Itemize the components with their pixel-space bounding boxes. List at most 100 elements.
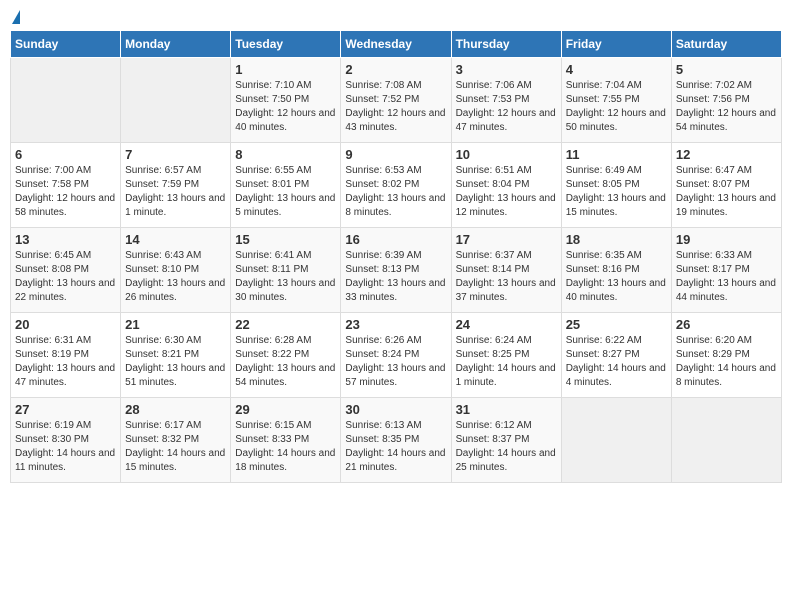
day-info: Sunrise: 6:19 AM Sunset: 8:30 PM Dayligh… bbox=[15, 419, 116, 475]
day-number: 29 bbox=[235, 402, 336, 417]
day-header-saturday: Saturday bbox=[671, 31, 781, 58]
calendar-cell: 16 Sunrise: 6:39 AM Sunset: 8:13 PM Dayli… bbox=[341, 228, 451, 313]
day-info: Sunrise: 6:53 AM Sunset: 8:02 PM Dayligh… bbox=[345, 164, 446, 220]
calendar-cell: 3 Sunrise: 7:06 AM Sunset: 7:53 PM Daylig… bbox=[451, 58, 561, 143]
calendar-cell: 9 Sunrise: 6:53 AM Sunset: 8:02 PM Daylig… bbox=[341, 143, 451, 228]
day-number: 27 bbox=[15, 402, 116, 417]
day-info: Sunrise: 6:39 AM Sunset: 8:13 PM Dayligh… bbox=[345, 249, 446, 305]
calendar-week-row: 13 Sunrise: 6:45 AM Sunset: 8:08 PM Dayli… bbox=[11, 228, 782, 313]
day-info: Sunrise: 7:04 AM Sunset: 7:55 PM Dayligh… bbox=[566, 79, 667, 135]
day-info: Sunrise: 6:57 AM Sunset: 7:59 PM Dayligh… bbox=[125, 164, 226, 220]
day-number: 4 bbox=[566, 62, 667, 77]
day-info: Sunrise: 6:35 AM Sunset: 8:16 PM Dayligh… bbox=[566, 249, 667, 305]
page-header bbox=[10, 10, 782, 24]
day-number: 28 bbox=[125, 402, 226, 417]
day-info: Sunrise: 6:15 AM Sunset: 8:33 PM Dayligh… bbox=[235, 419, 336, 475]
day-info: Sunrise: 6:24 AM Sunset: 8:25 PM Dayligh… bbox=[456, 334, 557, 390]
day-info: Sunrise: 6:45 AM Sunset: 8:08 PM Dayligh… bbox=[15, 249, 116, 305]
calendar-cell: 28 Sunrise: 6:17 AM Sunset: 8:32 PM Dayli… bbox=[121, 398, 231, 483]
day-info: Sunrise: 6:22 AM Sunset: 8:27 PM Dayligh… bbox=[566, 334, 667, 390]
day-number: 12 bbox=[676, 147, 777, 162]
day-number: 22 bbox=[235, 317, 336, 332]
calendar-cell bbox=[121, 58, 231, 143]
day-number: 24 bbox=[456, 317, 557, 332]
day-number: 20 bbox=[15, 317, 116, 332]
day-header-wednesday: Wednesday bbox=[341, 31, 451, 58]
day-number: 13 bbox=[15, 232, 116, 247]
calendar-cell: 17Sunrise: 6:37 AM Sunset: 8:14 PM Dayli… bbox=[451, 228, 561, 313]
day-number: 15 bbox=[235, 232, 336, 247]
day-info: Sunrise: 6:51 AM Sunset: 8:04 PM Dayligh… bbox=[456, 164, 557, 220]
day-number: 5 bbox=[676, 62, 777, 77]
calendar-cell: 12 Sunrise: 6:47 AM Sunset: 8:07 PM Dayli… bbox=[671, 143, 781, 228]
day-info: Sunrise: 7:08 AM Sunset: 7:52 PM Dayligh… bbox=[345, 79, 446, 135]
calendar-cell: 1 Sunrise: 7:10 AM Sunset: 7:50 PM Daylig… bbox=[231, 58, 341, 143]
days-header-row: SundayMondayTuesdayWednesdayThursdayFrid… bbox=[11, 31, 782, 58]
day-info: Sunrise: 6:55 AM Sunset: 8:01 PM Dayligh… bbox=[235, 164, 336, 220]
calendar-week-row: 27 Sunrise: 6:19 AM Sunset: 8:30 PM Dayli… bbox=[11, 398, 782, 483]
calendar-cell: 22Sunrise: 6:28 AM Sunset: 8:22 PM Dayli… bbox=[231, 313, 341, 398]
calendar-cell bbox=[561, 398, 671, 483]
day-info: Sunrise: 7:10 AM Sunset: 7:50 PM Dayligh… bbox=[235, 79, 336, 135]
day-number: 3 bbox=[456, 62, 557, 77]
day-info: Sunrise: 6:37 AM Sunset: 8:14 PM Dayligh… bbox=[456, 249, 557, 305]
calendar-week-row: 20 Sunrise: 6:31 AM Sunset: 8:19 PM Dayli… bbox=[11, 313, 782, 398]
day-header-thursday: Thursday bbox=[451, 31, 561, 58]
calendar-cell: 26 Sunrise: 6:20 AM Sunset: 8:29 PM Dayli… bbox=[671, 313, 781, 398]
day-number: 16 bbox=[345, 232, 446, 247]
calendar-week-row: 6 Sunrise: 7:00 AM Sunset: 7:58 PM Daylig… bbox=[11, 143, 782, 228]
calendar-cell: 4 Sunrise: 7:04 AM Sunset: 7:55 PM Daylig… bbox=[561, 58, 671, 143]
day-header-friday: Friday bbox=[561, 31, 671, 58]
day-info: Sunrise: 7:06 AM Sunset: 7:53 PM Dayligh… bbox=[456, 79, 557, 135]
calendar-cell: 7 Sunrise: 6:57 AM Sunset: 7:59 PM Daylig… bbox=[121, 143, 231, 228]
calendar-cell: 10 Sunrise: 6:51 AM Sunset: 8:04 PM Dayli… bbox=[451, 143, 561, 228]
day-info: Sunrise: 6:30 AM Sunset: 8:21 PM Dayligh… bbox=[125, 334, 226, 390]
day-number: 6 bbox=[15, 147, 116, 162]
day-number: 26 bbox=[676, 317, 777, 332]
logo-triangle-icon bbox=[12, 10, 20, 24]
calendar-cell: 19 Sunrise: 6:33 AM Sunset: 8:17 PM Dayli… bbox=[671, 228, 781, 313]
calendar-cell: 15Sunrise: 6:41 AM Sunset: 8:11 PM Dayli… bbox=[231, 228, 341, 313]
day-number: 31 bbox=[456, 402, 557, 417]
day-info: Sunrise: 6:31 AM Sunset: 8:19 PM Dayligh… bbox=[15, 334, 116, 390]
day-number: 18 bbox=[566, 232, 667, 247]
day-number: 8 bbox=[235, 147, 336, 162]
day-number: 11 bbox=[566, 147, 667, 162]
day-info: Sunrise: 6:33 AM Sunset: 8:17 PM Dayligh… bbox=[676, 249, 777, 305]
day-number: 30 bbox=[345, 402, 446, 417]
logo bbox=[10, 10, 20, 24]
calendar-cell bbox=[11, 58, 121, 143]
calendar-cell: 29 Sunrise: 6:15 AM Sunset: 8:33 PM Dayli… bbox=[231, 398, 341, 483]
day-info: Sunrise: 6:26 AM Sunset: 8:24 PM Dayligh… bbox=[345, 334, 446, 390]
day-header-tuesday: Tuesday bbox=[231, 31, 341, 58]
day-header-monday: Monday bbox=[121, 31, 231, 58]
day-info: Sunrise: 6:17 AM Sunset: 8:32 PM Dayligh… bbox=[125, 419, 226, 475]
day-number: 19 bbox=[676, 232, 777, 247]
day-number: 25 bbox=[566, 317, 667, 332]
day-info: Sunrise: 6:12 AM Sunset: 8:37 PM Dayligh… bbox=[456, 419, 557, 475]
day-info: Sunrise: 6:13 AM Sunset: 8:35 PM Dayligh… bbox=[345, 419, 446, 475]
day-number: 14 bbox=[125, 232, 226, 247]
day-number: 7 bbox=[125, 147, 226, 162]
day-info: Sunrise: 6:49 AM Sunset: 8:05 PM Dayligh… bbox=[566, 164, 667, 220]
calendar-cell: 13 Sunrise: 6:45 AM Sunset: 8:08 PM Dayli… bbox=[11, 228, 121, 313]
calendar-cell: 2Sunrise: 7:08 AM Sunset: 7:52 PM Daylig… bbox=[341, 58, 451, 143]
day-number: 9 bbox=[345, 147, 446, 162]
day-info: Sunrise: 7:00 AM Sunset: 7:58 PM Dayligh… bbox=[15, 164, 116, 220]
calendar-cell: 5 Sunrise: 7:02 AM Sunset: 7:56 PM Daylig… bbox=[671, 58, 781, 143]
day-number: 10 bbox=[456, 147, 557, 162]
calendar-cell: 24 Sunrise: 6:24 AM Sunset: 8:25 PM Dayli… bbox=[451, 313, 561, 398]
day-info: Sunrise: 6:20 AM Sunset: 8:29 PM Dayligh… bbox=[676, 334, 777, 390]
day-number: 1 bbox=[235, 62, 336, 77]
calendar-cell: 23 Sunrise: 6:26 AM Sunset: 8:24 PM Dayli… bbox=[341, 313, 451, 398]
calendar-cell: 20 Sunrise: 6:31 AM Sunset: 8:19 PM Dayli… bbox=[11, 313, 121, 398]
calendar-cell: 11 Sunrise: 6:49 AM Sunset: 8:05 PM Dayli… bbox=[561, 143, 671, 228]
day-info: Sunrise: 6:47 AM Sunset: 8:07 PM Dayligh… bbox=[676, 164, 777, 220]
calendar-cell: 14 Sunrise: 6:43 AM Sunset: 8:10 PM Dayli… bbox=[121, 228, 231, 313]
day-number: 23 bbox=[345, 317, 446, 332]
day-info: Sunrise: 6:43 AM Sunset: 8:10 PM Dayligh… bbox=[125, 249, 226, 305]
day-info: Sunrise: 7:02 AM Sunset: 7:56 PM Dayligh… bbox=[676, 79, 777, 135]
day-header-sunday: Sunday bbox=[11, 31, 121, 58]
calendar-cell: 30 Sunrise: 6:13 AM Sunset: 8:35 PM Dayli… bbox=[341, 398, 451, 483]
calendar-cell: 21Sunrise: 6:30 AM Sunset: 8:21 PM Dayli… bbox=[121, 313, 231, 398]
